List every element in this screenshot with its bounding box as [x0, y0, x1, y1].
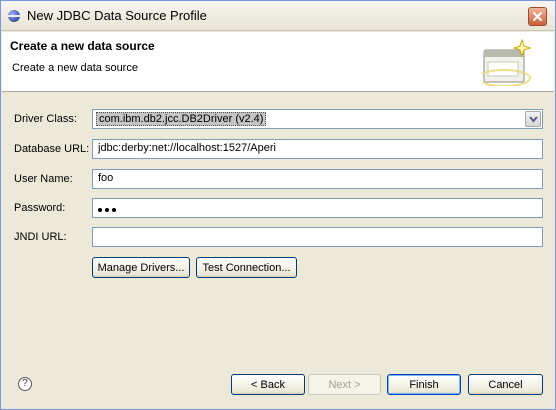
driver-class-dropdown-button[interactable] [525, 111, 541, 127]
eclipse-icon [7, 10, 21, 22]
password-mask-dot [105, 208, 109, 213]
jndi-url-label: JNDI URL: [14, 231, 67, 243]
cancel-button[interactable]: Cancel [468, 374, 543, 395]
chevron-down-icon [529, 116, 538, 123]
password-field[interactable] [92, 198, 543, 218]
password-mask-dot [98, 208, 102, 213]
dialog-window: New JDBC Data Source Profile Create a ne… [0, 0, 556, 410]
database-url-field[interactable]: jdbc:derby:net://localhost:1527/Aperi [92, 139, 543, 159]
password-label: Password: [14, 202, 66, 214]
test-connection-button[interactable]: Test Connection... [196, 257, 297, 278]
user-name-field[interactable]: foo [92, 169, 543, 189]
help-icon[interactable]: ? [18, 377, 32, 391]
window-title: New JDBC Data Source Profile [27, 8, 207, 23]
page-description: Create a new data source [12, 62, 138, 74]
finish-button[interactable]: Finish [387, 374, 461, 395]
driver-class-select[interactable]: com.ibm.db2.jcc.DB2Driver (v2.4) [92, 109, 543, 129]
manage-drivers-button[interactable]: Manage Drivers... [92, 257, 190, 278]
wizard-header: Create a new data source Create a new da… [2, 32, 554, 92]
driver-class-label: Driver Class: [14, 113, 77, 125]
user-name-label: User Name: [14, 173, 73, 185]
password-mask-dot [112, 208, 116, 213]
page-title: Create a new data source [10, 39, 155, 53]
database-url-label: Database URL: [14, 143, 90, 155]
next-button[interactable]: Next > [308, 374, 381, 395]
wizard-banner-icon [482, 38, 532, 86]
driver-class-value: com.ibm.db2.jcc.DB2Driver (v2.4) [96, 112, 267, 126]
title-bar[interactable]: New JDBC Data Source Profile [1, 1, 555, 31]
back-button[interactable]: < Back [231, 374, 305, 395]
close-button[interactable] [528, 7, 547, 26]
jndi-url-field[interactable] [92, 227, 543, 247]
close-icon [533, 12, 542, 21]
